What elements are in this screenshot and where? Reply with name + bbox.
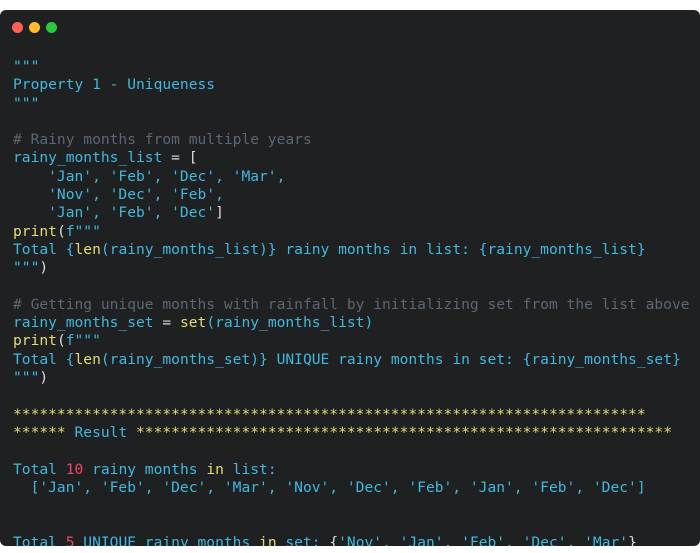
code-line: Total {len(rainy_months_set)} UNIQUE rai… — [13, 351, 690, 369]
fstring-close: """ — [13, 259, 40, 277]
operator: = [ — [162, 149, 198, 167]
output-keyword: in — [206, 460, 224, 478]
operator: = — [153, 314, 180, 332]
paren: ) — [39, 259, 49, 277]
minimize-dot-icon[interactable] — [29, 22, 40, 33]
fstring-close: """ — [13, 369, 40, 387]
code-line: # Getting unique months with rainfall by… — [13, 296, 690, 314]
code-line: rainy_months_list = [ — [13, 149, 690, 167]
code-line: print(f""" — [13, 332, 690, 350]
output-line: ['Jan', 'Feb', 'Dec', 'Mar', 'Nov', 'Dec… — [13, 479, 690, 497]
code-line: Property 1 - Uniqueness — [13, 76, 690, 94]
code-line: 'Nov', 'Dec', 'Feb', — [13, 186, 690, 204]
code-line: """ — [13, 58, 690, 76]
separator-stars: ****** — [13, 423, 75, 441]
output-text: rainy months — [83, 460, 207, 478]
fstring-open: f""" — [65, 222, 101, 240]
code-line: 'Jan', 'Feb', 'Dec', 'Mar', — [13, 168, 690, 186]
output-line: ****************************************… — [13, 406, 690, 424]
output-keyword: in — [259, 533, 277, 546]
output-list: ['Jan', 'Feb', 'Dec', 'Mar', 'Nov', 'Dec… — [13, 478, 646, 496]
output-line: Total 5 UNIQUE rainy months in set: {'No… — [13, 534, 690, 546]
function-name: print — [13, 332, 57, 350]
function-name: len — [74, 240, 101, 258]
fstring-text: (rainy_months_set)} UNIQUE rainy months … — [100, 350, 681, 368]
paren: ( — [56, 332, 66, 350]
string-list: 'Nov', 'Dec', 'Feb', — [13, 186, 224, 204]
function-name: len — [74, 350, 101, 368]
docstring-close: """ — [13, 94, 40, 112]
argument: (rainy_months_list) — [206, 314, 374, 332]
output-set-items: 'Nov', 'Jan', 'Feb', 'Dec', 'Mar' — [338, 533, 629, 546]
fstring-text: Total { — [13, 350, 75, 368]
docstring-text: Property 1 - Uniqueness — [13, 76, 216, 94]
separator-stars: ****************************************… — [13, 405, 646, 423]
identifier: rainy_months_set — [13, 314, 154, 332]
result-heading: Result — [74, 423, 128, 441]
string-list: 'Jan', 'Feb', 'Dec' — [13, 204, 216, 222]
code-line: """) — [13, 369, 690, 387]
comment: # Getting unique months with rainfall by… — [13, 295, 690, 313]
string-list: 'Jan', 'Feb', 'Dec', 'Mar', — [13, 167, 286, 185]
brace: { — [329, 533, 339, 546]
output-text: list: — [223, 460, 277, 478]
maximize-dot-icon[interactable] — [46, 22, 57, 33]
fstring-text: Total { — [13, 240, 75, 258]
code-line: """ — [13, 95, 690, 113]
code-line: # Rainy months from multiple years — [13, 131, 690, 149]
output-text: Total — [13, 460, 66, 478]
code-line: 'Jan', 'Feb', 'Dec'] — [13, 204, 690, 222]
window-controls — [12, 22, 57, 34]
output-text: Total — [13, 533, 66, 546]
bracket: ] — [215, 204, 224, 222]
code-line: """) — [13, 259, 690, 277]
code-line: rainy_months_set = set(rainy_months_list… — [13, 314, 690, 332]
comment: # Rainy months from multiple years — [13, 131, 312, 149]
fstring-open: f""" — [65, 332, 101, 350]
paren: ) — [39, 369, 49, 387]
output-number: 10 — [65, 460, 84, 478]
paren: ( — [56, 222, 66, 240]
output-text: set: — [276, 533, 330, 546]
separator-stars: ****************************************… — [127, 423, 672, 441]
docstring-open: """ — [13, 58, 40, 75]
code-window: """ Property 1 - Uniqueness """ # Rainy mon… — [0, 10, 700, 546]
function-name: print — [13, 222, 57, 240]
output-line: ****** Result **************************… — [13, 424, 690, 442]
output-text: UNIQUE rainy months — [74, 533, 260, 546]
function-name: set — [179, 314, 207, 332]
fstring-text: (rainy_months_list)} rainy months in lis… — [100, 240, 646, 258]
output-line: Total 10 rainy months in list: — [13, 461, 690, 479]
output-number: 5 — [65, 533, 75, 546]
code-line: Total {len(rainy_months_list)} rainy mon… — [13, 241, 690, 259]
identifier: rainy_months_list — [13, 149, 163, 167]
brace: } — [628, 533, 637, 546]
code-block: """ Property 1 - Uniqueness """ # Rainy mon… — [13, 58, 690, 546]
close-dot-icon[interactable] — [12, 22, 23, 33]
code-line: print(f""" — [13, 223, 690, 241]
